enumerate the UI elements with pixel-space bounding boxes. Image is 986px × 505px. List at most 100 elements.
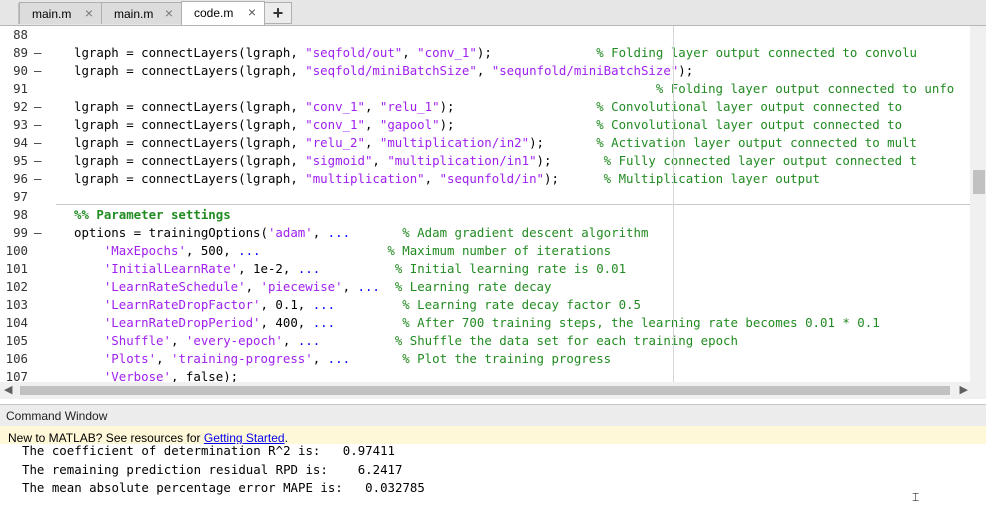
breakpoint-marker[interactable]: — (34, 116, 41, 134)
code-token-kw: ); (536, 153, 604, 168)
code-token-str: 'every-epoch' (185, 333, 283, 348)
command-window-header: Command Window (0, 404, 986, 426)
scroll-right-icon[interactable]: ▶ (960, 383, 968, 396)
code-line[interactable]: 88 (0, 26, 970, 44)
tab-label: code.m (194, 6, 234, 20)
code-token-kw (380, 279, 395, 294)
code-text: % Folding layer output connected to unfo (74, 80, 954, 98)
close-icon[interactable]: × (246, 5, 258, 19)
code-text: 'LearnRateDropPeriod', 400, ... % After … (74, 314, 880, 332)
code-token-cmt: % Folding layer output connected to conv… (596, 45, 917, 60)
code-token-kw: ); (439, 99, 597, 114)
line-number: 96 (13, 171, 28, 186)
code-token-str: "multiplication/in1" (387, 153, 537, 168)
close-icon[interactable]: × (163, 6, 175, 20)
code-line[interactable]: 90 — lgraph = connectLayers(lgraph, "seqfo… (0, 62, 970, 80)
code-line[interactable]: 107 'Verbose', false); (0, 368, 970, 382)
line-number: 99 (13, 225, 28, 240)
line-number: 94 (13, 135, 28, 150)
code-text: 'InitialLearnRate', 1e-2, ... % Initial … (74, 260, 626, 278)
code-text: lgraph = connectLayers(lgraph, "conv_1",… (74, 98, 902, 116)
vertical-scroll-thumb[interactable] (973, 170, 985, 194)
code-token-kw (74, 279, 104, 294)
code-token-kw: ); (543, 171, 604, 186)
vertical-scrollbar[interactable] (970, 26, 986, 382)
breakpoint-marker[interactable]: — (34, 224, 41, 242)
output-line: The coefficient of determination R^2 is:… (22, 444, 395, 458)
code-token-kw (74, 297, 104, 312)
breakpoint-marker[interactable]: — (34, 152, 41, 170)
code-line[interactable]: 100 'MaxEpochs', 500, ... % Maximum numb… (0, 242, 970, 260)
breakpoint-marker[interactable]: — (34, 44, 41, 62)
code-token-kw: , (372, 153, 388, 168)
tab-label: main.m (32, 7, 72, 21)
breakpoint-marker[interactable]: — (34, 62, 41, 80)
horizontal-scroll-thumb[interactable] (20, 386, 950, 395)
code-token-str: "multiplication/in2" (379, 135, 530, 150)
code-token-kw (74, 81, 656, 96)
code-line[interactable]: 89 — lgraph = connectLayers(lgraph, "seqfo… (0, 44, 970, 62)
code-token-kw: , (402, 45, 418, 60)
breakpoint-marker[interactable]: — (34, 98, 41, 116)
code-token-cmt: % Learning rate decay (394, 279, 552, 294)
code-token-kw (261, 243, 388, 258)
code-line[interactable]: 103 'LearnRateDropFactor', 0.1, ... % Le… (0, 296, 970, 314)
output-line: The mean absolute percentage error MAPE … (22, 480, 425, 495)
line-number: 92 (13, 99, 28, 114)
code-token-kw (74, 351, 104, 366)
code-line[interactable]: 102 'LearnRateSchedule', 'piecewise', ..… (0, 278, 970, 296)
horizontal-scrollbar[interactable]: ◀ ▶ (0, 382, 986, 399)
code-token-cont: ... (312, 315, 336, 330)
code-token-str: "conv_1" (417, 45, 477, 60)
code-text: 'LearnRateDropFactor', 0.1, ... % Learni… (74, 296, 641, 314)
code-line[interactable]: 101 'InitialLearnRate', 1e-2, ... % Init… (0, 260, 970, 278)
code-token-str: 'MaxEpochs' (103, 243, 186, 258)
code-line[interactable]: 99 — options = trainingOptions('adam', ...… (0, 224, 970, 242)
code-token-kw: lgraph = connectLayers(lgraph, (74, 153, 306, 168)
close-icon[interactable]: × (83, 6, 95, 20)
code-token-kw (74, 261, 104, 276)
code-line[interactable]: 96 — lgraph = connectLayers(lgraph, "multi… (0, 170, 970, 188)
code-token-cmt: % Convolutional layer output connected t… (596, 117, 903, 132)
code-line[interactable]: 93 — lgraph = connectLayers(lgraph, "conv_… (0, 116, 970, 134)
line-number: 91 (13, 81, 28, 96)
line-number: 107 (5, 369, 28, 382)
code-line[interactable]: 105 'Shuffle', 'every-epoch', ... % Shuf… (0, 332, 970, 350)
code-token-kw (350, 225, 402, 240)
code-token-str: "conv_1" (305, 99, 365, 114)
tab-label: main.m (114, 7, 154, 21)
code-token-str: 'piecewise' (260, 279, 343, 294)
code-line[interactable]: 104 'LearnRateDropPeriod', 400, ... % Af… (0, 314, 970, 332)
breakpoint-marker[interactable]: — (34, 134, 41, 152)
code-line[interactable]: 91 % Folding layer output connected to u… (0, 80, 970, 98)
code-token-kw (74, 369, 104, 382)
code-text: 'Shuffle', 'every-epoch', ... % Shuffle … (74, 332, 738, 350)
line-number: 106 (5, 351, 28, 366)
code-line[interactable]: 95 — lgraph = connectLayers(lgraph, "sigmo… (0, 152, 970, 170)
tab-main-1[interactable]: main.m × (19, 2, 102, 24)
code-line[interactable]: 92 — lgraph = connectLayers(lgraph, "conv_… (0, 98, 970, 116)
getting-started-link[interactable]: Getting Started (204, 431, 285, 445)
scroll-left-icon[interactable]: ◀ (4, 383, 12, 396)
code-token-kw: lgraph = connectLayers(lgraph, (74, 117, 306, 132)
command-window-output[interactable]: The coefficient of determination R^2 is:… (0, 444, 986, 500)
code-token-str: 'LearnRateDropPeriod' (103, 315, 261, 330)
code-token-cmt: % Folding layer output connected to unfo (655, 81, 955, 96)
code-line[interactable]: 98 %% Parameter settings (0, 206, 970, 224)
code-text: 'MaxEpochs', 500, ... % Maximum number o… (74, 242, 611, 260)
code-token-kw: , 500, (185, 243, 239, 258)
breakpoint-marker[interactable]: — (34, 170, 41, 188)
tab-main-2[interactable]: main.m × (101, 2, 182, 24)
add-tab-button[interactable]: + (264, 2, 292, 24)
code-line[interactable]: 106 'Plots', 'training-progress', ... % … (0, 350, 970, 368)
tab-code[interactable]: code.m × (181, 1, 265, 25)
code-token-kw: , 400, (260, 315, 313, 330)
code-token-cont: ... (238, 243, 261, 258)
line-number: 104 (5, 315, 28, 330)
code-line[interactable]: 94 — lgraph = connectLayers(lgraph, "relu_… (0, 134, 970, 152)
code-token-kw: options = trainingOptions( (74, 225, 268, 240)
code-token-kw: , 1e-2, (238, 261, 298, 276)
code-editor[interactable]: 88 89 — lgraph = connectLayers(lgraph, "seq… (0, 26, 970, 382)
code-token-kw: lgraph = connectLayers(lgraph, (74, 99, 306, 114)
code-token-kw: , (170, 333, 186, 348)
